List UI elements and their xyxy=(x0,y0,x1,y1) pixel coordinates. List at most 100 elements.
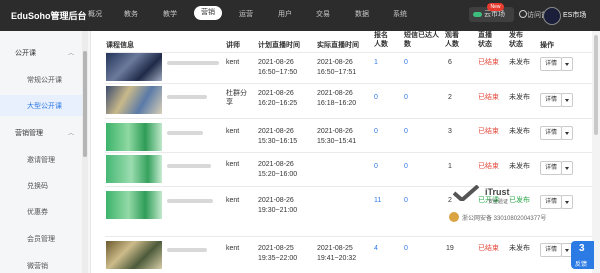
viewer-count: 3 xyxy=(448,128,452,135)
signup-count[interactable]: 1 xyxy=(374,58,378,67)
nav-item-users[interactable]: 用户 xyxy=(278,9,292,19)
sidebar-scrollbar-thumb[interactable] xyxy=(83,51,87,157)
teacher-name: kent xyxy=(226,197,240,204)
itrust-check-icon xyxy=(453,185,479,201)
publish-status: 已发布 xyxy=(509,197,530,204)
course-table: 课程信息 讲师 计划直播时间 实际直播时间 报名人数 短信已达人数 观看人数 直… xyxy=(95,31,600,273)
itrust-title: iTrust xyxy=(485,187,510,197)
sidebar-group-marketing[interactable]: 营销管理 xyxy=(15,128,43,138)
detail-button[interactable]: 详情 xyxy=(540,243,562,257)
signup-count[interactable]: 0 xyxy=(374,93,378,102)
detail-button[interactable]: 详情 xyxy=(540,93,562,107)
sidebar-item-invite[interactable]: 邀请管理 xyxy=(27,155,55,165)
sidebar-item-membership[interactable]: 会员管理 xyxy=(27,234,55,244)
course-title-blurred[interactable] xyxy=(167,199,213,203)
live-status: 已结束 xyxy=(478,163,499,170)
home-icon xyxy=(519,10,527,18)
app-logo[interactable]: EduSoho管理后台 xyxy=(11,9,87,22)
sidebar-item-large-course[interactable]: 大型公开课 xyxy=(27,101,62,111)
more-actions-dropdown[interactable] xyxy=(561,93,573,107)
nav-item-data[interactable]: 数据 xyxy=(355,9,369,19)
nav-item-overview[interactable]: 概况 xyxy=(88,9,102,19)
sms-count[interactable]: 0 xyxy=(404,93,408,102)
viewer-count: 2 xyxy=(448,94,452,101)
actual-range: 16:18~16:20 xyxy=(317,100,357,107)
header-course: 课程信息 xyxy=(106,42,134,49)
feedback-label: 反馈 xyxy=(575,262,588,268)
course-title-blurred[interactable] xyxy=(167,131,203,135)
publish-status: 未发布 xyxy=(509,163,530,170)
header-live-status: 直播状态 xyxy=(478,32,492,48)
header-actual-time: 实际直播时间 xyxy=(317,42,359,49)
detail-button[interactable]: 详情 xyxy=(540,195,562,209)
header-teacher: 讲师 xyxy=(226,42,240,49)
more-actions-dropdown[interactable] xyxy=(561,126,573,140)
sms-count[interactable]: 0 xyxy=(404,58,408,67)
viewer-count: 2 xyxy=(448,197,452,204)
course-thumbnail[interactable] xyxy=(106,53,162,81)
chevron-up-icon: ︿ xyxy=(68,131,75,137)
actual-range: 16:50~17:51 xyxy=(317,69,357,76)
course-title-blurred[interactable] xyxy=(167,95,207,99)
plan-date: 2021-08-26 xyxy=(258,197,294,204)
cloud-icon xyxy=(473,12,482,17)
actual-date: 2021-08-26 xyxy=(317,59,353,66)
nav-item-teaching[interactable]: 教学 xyxy=(163,9,177,19)
row-divider xyxy=(105,186,600,187)
user-name[interactable]: ES市场 xyxy=(563,10,586,20)
row-divider xyxy=(105,83,600,84)
nav-item-academic[interactable]: 教务 xyxy=(124,9,138,19)
detail-button[interactable]: 详情 xyxy=(540,161,562,175)
live-status: 已结束 xyxy=(478,59,499,66)
police-badge-icon xyxy=(449,212,459,222)
plan-range: 16:20~16:25 xyxy=(258,100,298,107)
sidebar-item-coupon[interactable]: 优惠券 xyxy=(27,207,48,217)
page-scrollbar-thumb[interactable] xyxy=(594,35,598,135)
more-actions-dropdown[interactable] xyxy=(561,57,573,71)
course-thumbnail[interactable] xyxy=(106,123,162,151)
signup-count[interactable]: 0 xyxy=(374,162,378,171)
avatar[interactable] xyxy=(543,7,561,25)
plan-date: 2021-08-26 xyxy=(258,161,294,168)
sidebar: 公开课 ︿ 常规公开课 大型公开课 营销管理 ︿ 邀请管理 兑换码 优惠券 会员… xyxy=(0,31,91,273)
course-thumbnail[interactable] xyxy=(106,241,162,269)
signup-count[interactable]: 11 xyxy=(374,196,381,205)
plan-date: 2021-08-25 xyxy=(258,245,294,252)
publish-status: 未发布 xyxy=(509,94,530,101)
sidebar-item-regular-course[interactable]: 常规公开课 xyxy=(27,75,62,85)
police-record-text[interactable]: 浙公网安备 33010802004377号 xyxy=(462,213,546,222)
sms-count[interactable]: 0 xyxy=(404,127,408,136)
live-status: 已结束 xyxy=(478,245,499,252)
signup-count[interactable]: 4 xyxy=(374,244,378,253)
sms-count[interactable]: 0 xyxy=(404,196,408,205)
nav-item-trade[interactable]: 交易 xyxy=(316,9,330,19)
nav-item-system[interactable]: 系统 xyxy=(393,9,407,19)
publish-status: 未发布 xyxy=(509,59,530,66)
nav-item-operations[interactable]: 运营 xyxy=(239,9,253,19)
course-title-blurred[interactable] xyxy=(167,164,211,168)
detail-button[interactable]: 详情 xyxy=(540,126,562,140)
course-title-blurred[interactable] xyxy=(167,248,207,252)
live-status: 已结束 xyxy=(478,94,499,101)
plan-range: 16:50~17:50 xyxy=(258,69,298,76)
sidebar-item-wechat-marketing[interactable]: 微营销 xyxy=(27,261,48,271)
course-title-blurred[interactable] xyxy=(167,61,219,65)
course-thumbnail[interactable] xyxy=(106,86,162,114)
sms-count[interactable]: 0 xyxy=(404,162,408,171)
sidebar-group-open-course[interactable]: 公开课 xyxy=(15,48,36,58)
course-thumbnail[interactable] xyxy=(106,155,162,183)
teacher-name: kent xyxy=(226,59,240,66)
course-thumbnail[interactable] xyxy=(106,191,162,219)
detail-button[interactable]: 详情 xyxy=(540,57,562,71)
live-status: 已结束 xyxy=(478,128,499,135)
more-actions-dropdown[interactable] xyxy=(561,195,573,209)
nav-item-marketing[interactable]: 营销 xyxy=(194,6,222,20)
actual-range: 19:41~20:32 xyxy=(317,255,357,262)
signup-count[interactable]: 0 xyxy=(374,127,378,136)
sidebar-item-redeem-code[interactable]: 兑换码 xyxy=(27,181,48,191)
actual-range: 15:30~15:41 xyxy=(317,138,357,145)
sms-count[interactable]: 0 xyxy=(404,244,408,253)
viewer-count: 19 xyxy=(446,245,454,252)
more-actions-dropdown[interactable] xyxy=(561,161,573,175)
teacher-name: kent xyxy=(226,128,240,135)
